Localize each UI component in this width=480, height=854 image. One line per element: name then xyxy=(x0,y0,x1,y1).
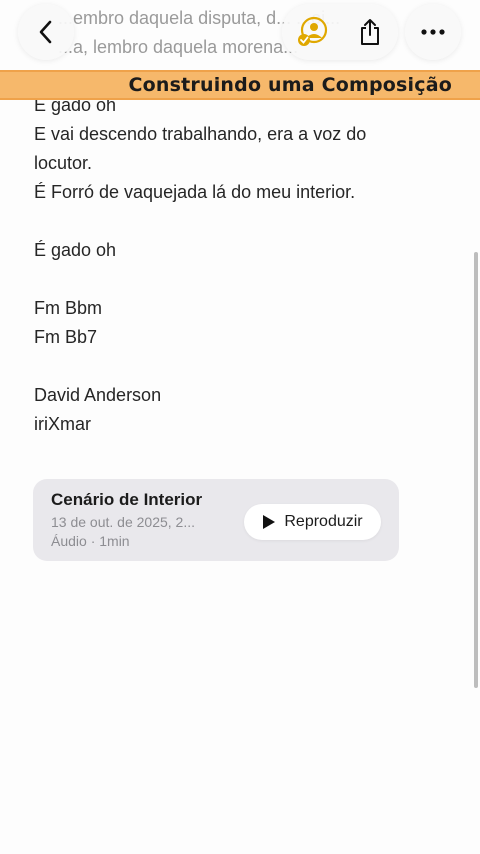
banner-title: Construindo uma Composição xyxy=(128,74,452,96)
toolbar-pill xyxy=(282,4,398,60)
play-label: Reproduzir xyxy=(284,513,363,530)
note-line: Fm Bbm xyxy=(34,298,103,318)
person-checkmark-icon xyxy=(298,16,328,46)
play-button[interactable]: Reproduzir xyxy=(244,504,381,540)
note-line xyxy=(34,352,366,381)
collaborate-button[interactable] xyxy=(284,4,340,60)
note-line: É Forró de vaquejada lá do meu interior. xyxy=(34,182,356,202)
note-line xyxy=(34,207,366,236)
note-line: Fm Bb7 xyxy=(34,327,98,347)
note-line xyxy=(34,265,366,294)
chevron-left-icon xyxy=(39,20,52,44)
ellipsis-icon xyxy=(421,29,445,35)
audio-date: 13 de out. de 2025, 2... xyxy=(51,514,196,530)
note-line: locutor. xyxy=(34,153,93,173)
audio-title: Cenário de Interior xyxy=(51,490,203,509)
note-line: iriXmar xyxy=(34,414,91,434)
play-icon xyxy=(263,515,276,529)
note-line: É gado oh xyxy=(34,240,117,260)
audio-meta: Áudio · 1min xyxy=(51,533,130,549)
share-button[interactable] xyxy=(342,4,398,60)
note-line: E vai descendo trabalhando, era a voz do xyxy=(34,124,367,144)
share-icon xyxy=(361,19,379,45)
more-button[interactable] xyxy=(405,4,461,60)
note-line: David Anderson xyxy=(34,385,162,405)
title-banner: Construindo uma Composição xyxy=(0,70,480,100)
audio-attachment-card[interactable]: Cenário de Interior 13 de out. de 2025, … xyxy=(33,479,399,561)
scrollbar[interactable] xyxy=(474,252,478,688)
back-button[interactable] xyxy=(18,4,74,60)
